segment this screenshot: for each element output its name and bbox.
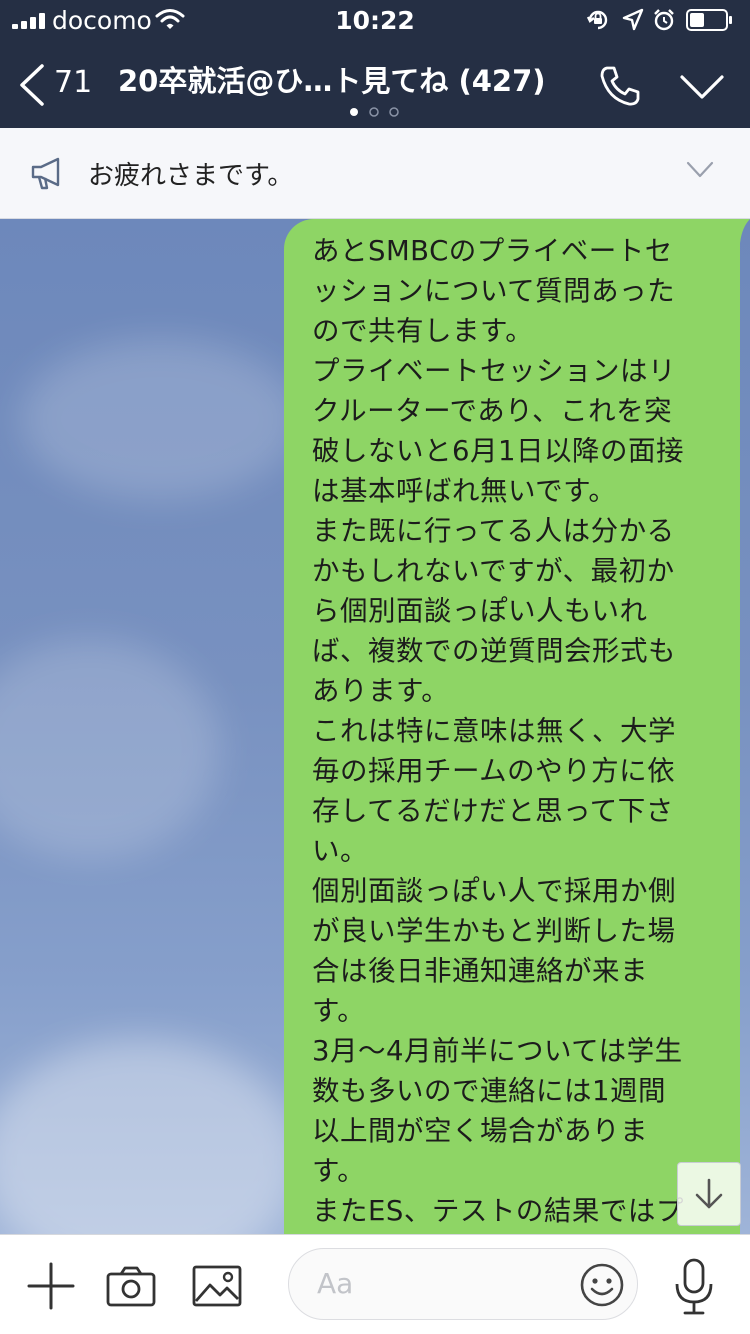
message-line: 破しないと6月1日以降の面接 — [312, 435, 684, 467]
emoji-icon[interactable] — [579, 1262, 625, 1308]
microphone-icon[interactable] — [672, 1257, 716, 1317]
menu-chevron-down-icon[interactable] — [680, 74, 724, 100]
message-line: 存してるだけだと思って下さ — [312, 795, 674, 827]
announcement-banner[interactable]: お疲れさまです。 — [0, 128, 750, 219]
message-line: クルーターであり、これを突 — [312, 395, 673, 427]
message-line: 以上間が空く場合がありま — [312, 1115, 648, 1147]
background-cloud — [20, 339, 300, 499]
message-line: プライベートセッションはリ — [312, 355, 676, 387]
back-chevron-icon[interactable] — [18, 64, 46, 106]
message-line: す。 — [312, 1155, 366, 1187]
message-input-placeholder: Aa — [317, 1267, 354, 1300]
background-cloud — [0, 1039, 300, 1234]
page-indicator-dots — [350, 107, 399, 117]
message-text: あとSMBCのプライベートセ ッションについて質問あった ので共有します。プライベー… — [312, 231, 722, 1234]
message-line: ッションについて質問あった — [312, 275, 676, 307]
status-bar: docomo 10:22 — [0, 0, 750, 40]
line-chat-screen: docomo 10:22 71 20卒就活@ひ…ト見てね (427) お疲れさま… — [0, 0, 750, 1334]
message-line: また既に行ってる人は分かる — [312, 515, 675, 547]
unread-count[interactable]: 71 — [54, 65, 92, 100]
alarm-clock-icon — [654, 9, 674, 31]
rotation-lock-icon — [586, 10, 608, 30]
message-line: あとSMBCのプライベートセ — [312, 235, 673, 267]
phone-call-icon[interactable] — [598, 64, 642, 108]
message-line: が良い学生かもと判断した場 — [312, 915, 676, 947]
message-input-bar: Aa — [0, 1234, 750, 1334]
location-arrow-icon — [622, 8, 644, 31]
announcement-text: お疲れさまです。 — [88, 161, 294, 191]
chat-header: 71 20卒就活@ひ…ト見てね (427) — [0, 40, 750, 128]
megaphone-icon — [31, 157, 60, 190]
message-line: 個別面談っぽい人で採用か側 — [312, 875, 676, 907]
top-bar: docomo 10:22 71 20卒就活@ひ…ト見てね (427) — [0, 0, 750, 128]
scroll-to-bottom-button[interactable] — [677, 1162, 741, 1226]
message-line: あります。 — [312, 675, 450, 707]
battery-icon — [686, 9, 732, 31]
message-line: かもしれないですが、最初か — [312, 555, 675, 587]
message-line: ら個別面談っぽい人もいれ — [312, 595, 648, 627]
message-line: ば、複数での逆質問会形式も — [312, 635, 676, 667]
arrow-down-icon — [695, 1178, 723, 1209]
chat-title[interactable]: 20卒就活@ひ…ト見てね (427) — [118, 58, 546, 100]
message-line: 毎の採用チームのやり方に依 — [312, 755, 676, 787]
message-line: は基本呼ばれ無いです。 — [312, 475, 617, 507]
bubble-tail — [724, 219, 750, 243]
message-line: これは特に意味は無く、大学 — [312, 715, 676, 747]
message-line: い。 — [312, 835, 368, 867]
message-line: 数も多いので連絡には1週間 — [312, 1075, 666, 1107]
background-cloud — [0, 639, 220, 859]
image-icon[interactable] — [192, 1265, 242, 1307]
plus-icon[interactable] — [26, 1261, 76, 1311]
message-line: 3月〜4月前半については学生 — [312, 1035, 683, 1067]
message-line: す。 — [312, 995, 366, 1027]
message-input[interactable]: Aa — [288, 1248, 638, 1320]
message-line: またES、テストの結果ではプ — [312, 1195, 684, 1227]
camera-icon[interactable] — [106, 1265, 156, 1307]
expand-chevron-icon[interactable] — [686, 161, 714, 179]
chat-message-area[interactable]: あとSMBCのプライベートセ ッションについて質問あった ので共有します。プライベー… — [0, 219, 750, 1234]
message-line: 合は後日非通知連絡が来ま — [312, 955, 648, 987]
message-line: ので共有します。 — [312, 315, 534, 347]
